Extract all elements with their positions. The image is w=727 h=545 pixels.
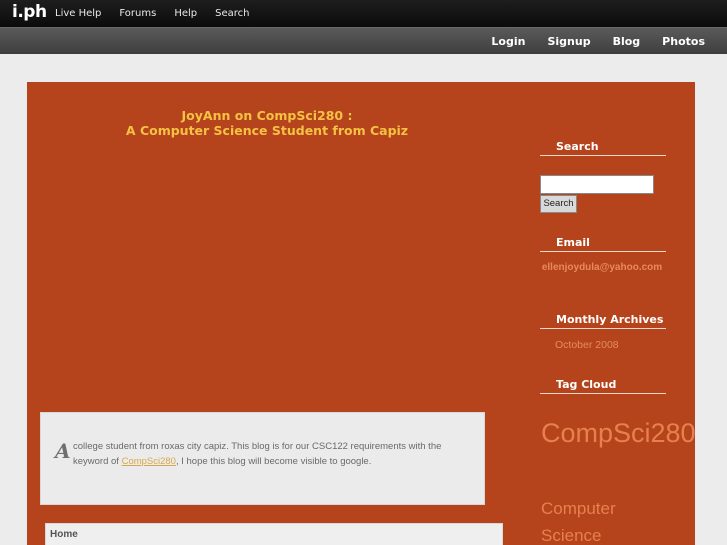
site-logo[interactable]: i.ph <box>12 2 47 22</box>
nav-live-help[interactable]: Live Help <box>55 8 101 19</box>
top-nav-links: Live Help Forums Help Search <box>55 0 268 27</box>
blog-title[interactable]: JoyAnn on CompSci280 : A Computer Scienc… <box>47 108 487 138</box>
email-address: ellenjoydula@yahoo.com <box>541 262 663 273</box>
description-text-end: , I hope this blog will become visible t… <box>175 456 372 467</box>
breadcrumb: Home <box>45 523 503 545</box>
nav-photos[interactable]: Photos <box>662 35 705 48</box>
keyword-link[interactable]: CompSci280 <box>122 456 176 467</box>
account-nav-links: Login Signup Blog Photos <box>491 28 727 55</box>
blog-title-line-2: A Computer Science Student from Capiz <box>125 123 409 138</box>
secondary-navigation-bar: Login Signup Blog Photos <box>0 27 727 54</box>
nav-help[interactable]: Help <box>174 8 197 19</box>
email-heading: Email <box>540 236 666 252</box>
search-heading: Search <box>540 140 666 156</box>
nav-forums[interactable]: Forums <box>119 8 156 19</box>
nav-search[interactable]: Search <box>215 8 249 19</box>
blog-description-box: A college student from roxas city capiz.… <box>40 412 485 505</box>
search-input[interactable] <box>540 175 654 194</box>
blog-description: college student from roxas city capiz. T… <box>73 439 468 469</box>
breadcrumb-home[interactable]: Home <box>50 529 78 540</box>
top-navigation-bar: i.ph Live Help Forums Help Search <box>0 0 727 27</box>
search-button[interactable]: Search <box>540 195 577 213</box>
tag-compsci280[interactable]: CompSci280 <box>541 412 696 455</box>
nav-blog[interactable]: Blog <box>613 35 641 48</box>
tag-computer-science[interactable]: Computer Science <box>541 495 671 545</box>
archive-link-october-2008[interactable]: October 2008 <box>555 339 619 351</box>
archives-heading: Monthly Archives <box>540 313 666 329</box>
nav-login[interactable]: Login <box>491 35 525 48</box>
description-dropcap: A <box>55 439 71 463</box>
nav-signup[interactable]: Signup <box>547 35 590 48</box>
blog-title-line-1: JoyAnn on CompSci280 : <box>181 108 353 123</box>
tag-cloud-heading: Tag Cloud <box>540 378 666 394</box>
blog-panel: JoyAnn on CompSci280 : A Computer Scienc… <box>27 82 696 545</box>
